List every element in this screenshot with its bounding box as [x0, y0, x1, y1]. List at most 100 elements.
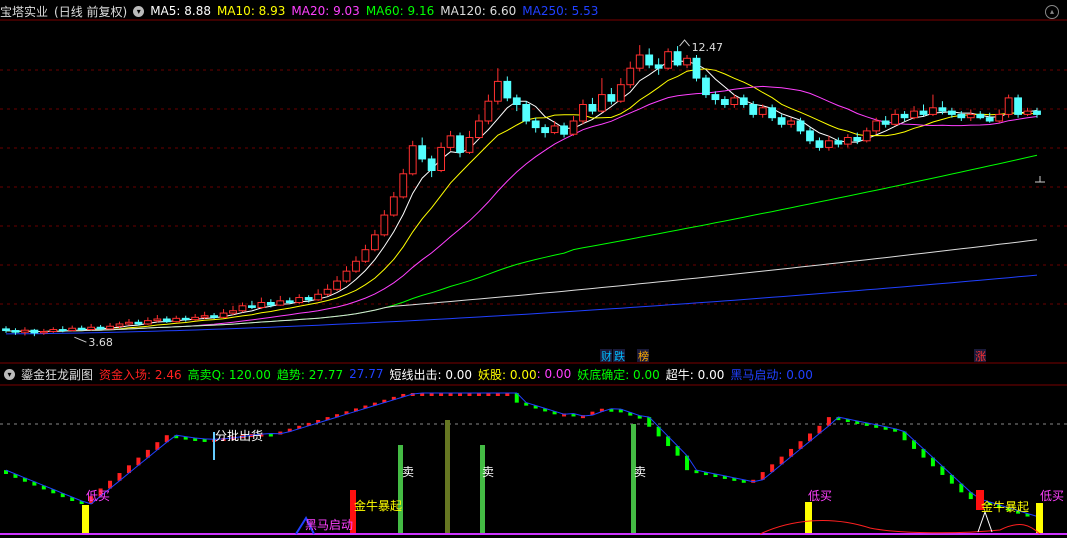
indicator-header: ▾ 鎏金狂龙副图 资金入场: 2.46 高卖Q: 120.00 趋势: 27.7…	[0, 364, 819, 384]
candle-down	[919, 110, 928, 115]
chart-mode: (日线 前复权)	[54, 4, 128, 19]
candle-up	[191, 316, 200, 321]
ma10-label: MA10: 8.93	[216, 4, 286, 18]
candle-up	[257, 302, 266, 308]
ind-value-8: 超牛: 0.00	[665, 367, 725, 382]
ind-value-0: 资金入场: 2.46	[99, 367, 182, 382]
candle-down	[985, 117, 994, 122]
candle-down	[645, 54, 654, 66]
candle-up	[579, 104, 587, 122]
candle-up	[787, 120, 795, 125]
candle-down	[881, 120, 890, 125]
candle-down	[853, 137, 862, 142]
candle-down	[796, 120, 805, 132]
candle-down	[304, 297, 313, 301]
candle-down	[1014, 97, 1022, 115]
ind-value-4: 短线出击: 0.00	[389, 367, 473, 382]
candle-up	[758, 107, 767, 115]
event-tag: 涨	[975, 350, 986, 363]
candle-down	[749, 104, 758, 115]
candle-down	[692, 57, 701, 79]
low-buy-bar	[1036, 503, 1043, 534]
event-tag: 跌	[614, 349, 625, 363]
candle-down	[777, 117, 786, 125]
candle-down	[30, 329, 39, 334]
candle-down	[522, 104, 531, 122]
event-tag: 财	[601, 349, 612, 363]
ind-value-2: 趋势: 27.77	[276, 367, 344, 382]
candle-up	[399, 173, 408, 198]
signal-annotation: 卖	[402, 465, 414, 479]
chart-window[interactable]: 12.47 3.68 财跌榜涨分批出货 低买 黑马启动 金牛暴起卖卖卖低买 金牛暴起 低买 宝…	[0, 0, 1067, 538]
sell-signal-bar	[398, 445, 403, 534]
candle-up	[49, 329, 58, 333]
low-buy-bar	[805, 502, 812, 534]
candle-up	[323, 288, 332, 295]
candle-down	[976, 113, 985, 119]
signal-annotation: 低买	[86, 489, 110, 503]
ind-value-3: 27.77	[349, 367, 384, 381]
candle-up	[370, 234, 379, 251]
candle-down	[711, 94, 720, 101]
signal-annotation: 卖	[482, 465, 494, 479]
trend-line	[5, 392, 1038, 517]
candle-up	[21, 329, 29, 333]
candle-up	[238, 305, 247, 312]
candle-down	[210, 315, 218, 318]
stock-name: 宝塔实业	[0, 4, 49, 19]
ma-line-ma60	[5, 154, 1038, 332]
candle-up	[843, 137, 852, 145]
event-tag: 榜	[638, 349, 649, 363]
candle-up	[569, 120, 578, 135]
candle-down	[938, 107, 947, 112]
candle-up	[493, 80, 502, 102]
ma20-label: MA20: 9.03	[291, 4, 360, 18]
candle-up	[314, 293, 323, 301]
candle-down	[720, 99, 729, 106]
candle-down	[162, 318, 171, 323]
low-marker	[74, 336, 87, 343]
candle-up	[153, 318, 162, 322]
candle-down	[285, 300, 294, 304]
sell-signal-bar	[445, 420, 450, 534]
low-buy-bar	[82, 505, 89, 534]
candle-down	[834, 140, 843, 145]
candle-up	[361, 249, 370, 262]
candle-down	[266, 302, 275, 306]
candle-up	[229, 310, 237, 314]
candle-down	[456, 135, 464, 153]
candle-down	[673, 51, 682, 66]
candle-up	[730, 97, 739, 106]
candle-down	[11, 330, 20, 333]
low-price-label: 3.68	[88, 336, 113, 349]
candle-up	[106, 325, 114, 330]
candle-up	[825, 140, 833, 148]
candle-up	[929, 107, 937, 115]
indicator-options-icon[interactable]: ▾	[4, 368, 15, 380]
candle-up	[465, 137, 474, 153]
candle-down	[134, 321, 143, 325]
high-price-label: 12.47	[692, 41, 724, 54]
candle-up	[626, 67, 635, 86]
candle-down	[768, 107, 777, 119]
candle-up	[143, 320, 152, 325]
candle-down	[248, 305, 256, 308]
candle-down	[96, 326, 105, 330]
chart-canvas[interactable]: 12.473.68财跌榜涨分批出货低买黑马启动金牛暴起卖卖卖低买金牛暴起低买	[0, 0, 1067, 538]
candle-down	[541, 127, 550, 134]
chart-options-icon[interactable]: ▾	[133, 5, 145, 17]
ma-line-ma5	[5, 60, 1038, 332]
candle-up	[635, 54, 644, 69]
candle-up	[68, 327, 77, 332]
candle-down	[900, 113, 909, 119]
candle-up	[862, 130, 871, 142]
candle-down	[588, 104, 597, 112]
signal-annotation: 低买	[1040, 489, 1064, 503]
candle-up	[380, 214, 389, 236]
candle-up	[295, 297, 304, 303]
candle-down	[739, 97, 748, 106]
collapse-pane-icon[interactable]: ▴	[1045, 5, 1059, 19]
candle-down	[512, 97, 521, 106]
ind-value-7: 妖底确定: 0.00	[577, 367, 660, 382]
candle-up	[475, 120, 483, 138]
